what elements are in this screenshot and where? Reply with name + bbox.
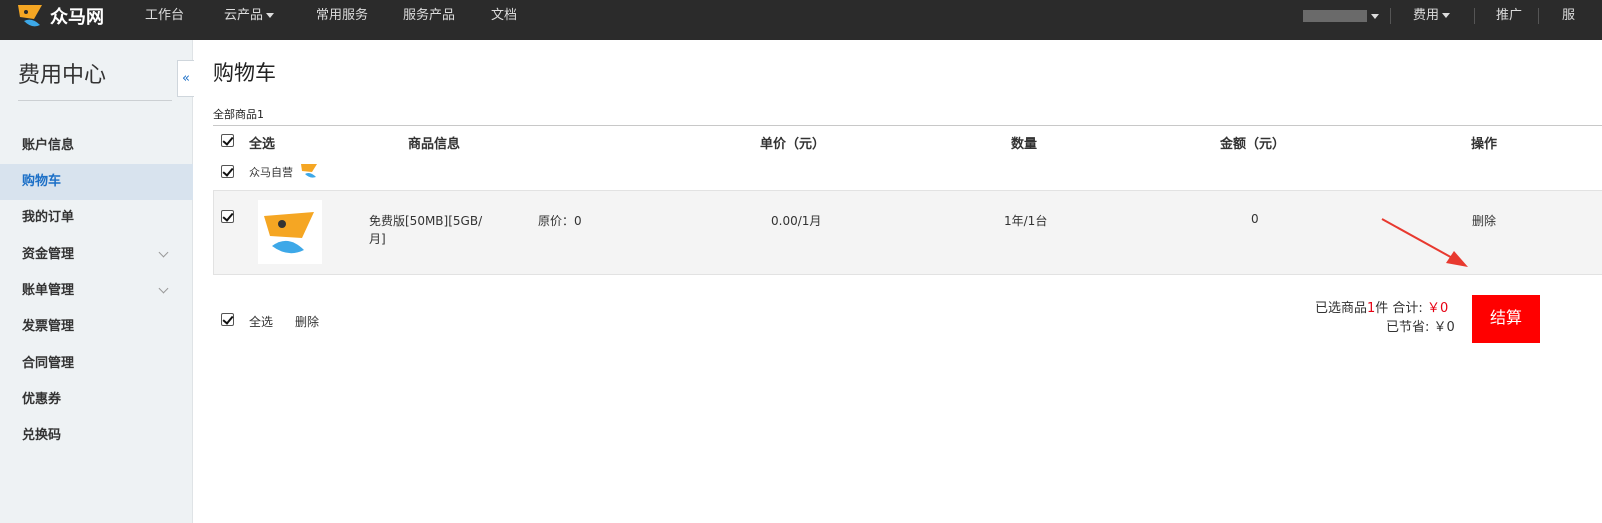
saved-value: ￥0 [1433,320,1455,335]
select-all-checkbox[interactable] [221,134,234,147]
selected-suffix: 件 合计: [1375,301,1423,316]
footer-select-all-checkbox[interactable] [221,313,234,326]
sidebar-item-bills[interactable]: 账单管理 [0,273,193,309]
nav-cloud-products-label: 云产品 [224,8,264,23]
all-items-tab[interactable]: 全部商品1 [213,106,264,122]
delete-item-link[interactable]: 删除 [1472,212,1496,229]
fish-logo-icon [18,5,42,27]
header-select-all: 全选 [249,137,276,152]
nav-fees-label: 费用 [1413,8,1440,23]
sidebar-divider [18,100,172,101]
saved-label: 已节省: [1386,320,1430,335]
item-checkbox[interactable] [221,210,234,223]
sidebar-title: 费用中心 [18,63,107,88]
username-redacted[interactable] [1303,10,1367,22]
original-price: 原价：0 [538,214,582,228]
total-value: ￥0 [1426,301,1449,316]
nav-cloud-products[interactable]: 云产品 [224,0,275,32]
sidebar-item-label: 资金管理 [22,247,75,262]
top-navbar: 众马网 工作台 云产品 常用服务 服务产品 文档 费用 推广 服 [0,0,1602,40]
nav-service-products[interactable]: 服务产品 [403,0,455,32]
nav-promote[interactable]: 推广 [1496,0,1522,32]
sidebar-item-invoices[interactable]: 发票管理 [0,309,193,345]
divider [1390,8,1391,24]
header-divider [213,125,1602,126]
nav-cutoff-item[interactable]: 服 [1562,0,1575,32]
product-logo-icon [264,212,314,254]
divider [1538,8,1539,24]
shop-name: 众马自营 [249,166,293,179]
footer-select-all-label[interactable]: 全选 [249,313,273,330]
caret-down-icon [1442,13,1451,18]
nav-workbench[interactable]: 工作台 [145,0,184,32]
header-action: 操作 [1471,137,1498,152]
sidebar-item-redeem-code[interactable]: 兑换码 [0,418,193,454]
unit-price-value: 0.00/1月 [771,214,822,228]
header-product-info: 商品信息 [408,137,461,152]
header-quantity: 数量 [1011,137,1038,152]
page-title: 购物车 [213,61,276,85]
caret-down-icon [266,13,275,18]
shop-checkbox[interactable] [221,165,234,178]
divider [1474,8,1475,24]
logo-text: 众马网 [50,7,104,28]
selected-prefix: 已选商品 [1315,301,1368,316]
selected-summary: 已选商品1件 合计: ￥0 [1315,297,1448,316]
caret-down-icon[interactable] [1371,14,1379,19]
sidebar-item-label: 账单管理 [22,283,75,298]
sidebar-item-funds[interactable]: 资金管理 [0,237,193,273]
header-amount: 金额（元） [1220,137,1286,152]
sidebar-item-my-orders[interactable]: 我的订单 [0,200,193,236]
sidebar-item-cart[interactable]: 购物车 [0,164,193,200]
header-unit-price: 单价（元） [760,137,826,152]
sidebar-item-coupons[interactable]: 优惠券 [0,382,193,418]
chevron-down-icon [158,283,169,294]
checkout-button[interactable]: 结算 [1472,295,1540,343]
site-logo[interactable]: 众马网 [16,0,104,32]
nav-fees[interactable]: 费用 [1413,0,1451,32]
shop-logo-icon [301,164,317,178]
nav-common-services[interactable]: 常用服务 [316,0,368,32]
sidebar: 费用中心 账户信息 购物车 我的订单 资金管理 账单管理 发票管理 合同管理 优… [0,40,193,523]
footer-delete-link[interactable]: 删除 [295,313,319,330]
chevron-down-icon [158,247,169,258]
nav-docs[interactable]: 文档 [491,0,517,32]
product-name[interactable]: 免费版[50MB][5GB/月] [369,212,489,248]
sidebar-item-account-info[interactable]: 账户信息 [0,128,193,164]
sidebar-collapse-button[interactable]: « [177,60,194,97]
quantity-value: 1年/1台 [1004,214,1048,228]
sidebar-item-contracts[interactable]: 合同管理 [0,346,193,382]
annotation-arrow-icon [1381,218,1468,267]
product-thumbnail[interactable] [258,200,322,264]
amount-value: 0 [1251,212,1259,226]
saved-summary: 已节省: ￥0 [1386,316,1455,335]
